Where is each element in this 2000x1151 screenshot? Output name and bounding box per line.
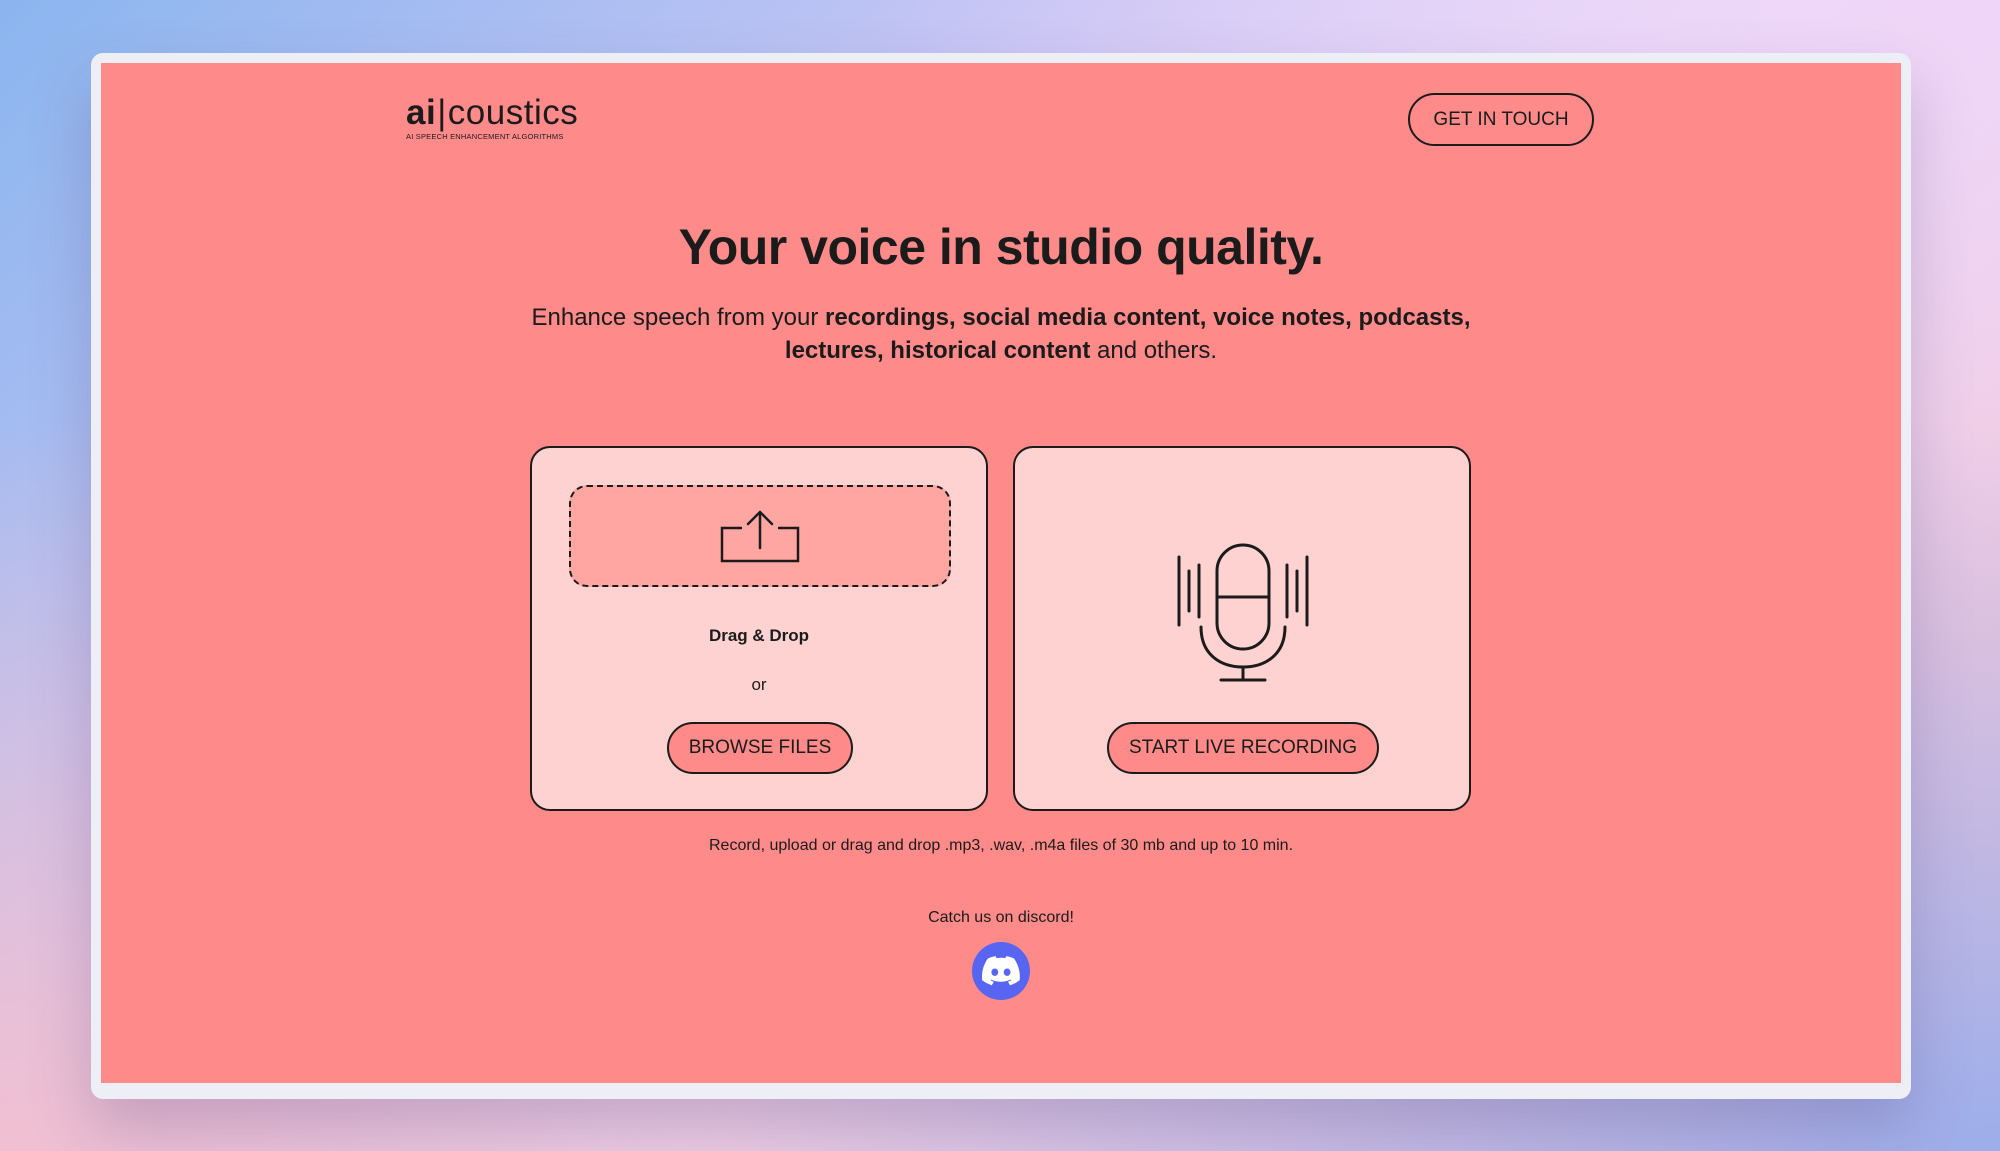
hero-title: Your voice in studio quality. xyxy=(678,219,1324,275)
logo-coustics: coustics xyxy=(447,93,579,132)
subtitle-start: Enhance speech from your xyxy=(531,304,825,331)
get-in-touch-button[interactable]: GET IN TOUCH xyxy=(1408,93,1594,146)
start-live-recording-button[interactable]: START LIVE RECORDING xyxy=(1107,722,1379,774)
logo-divider: | xyxy=(437,93,447,132)
upload-icon xyxy=(720,510,800,563)
discord-link[interactable] xyxy=(972,942,1030,1000)
discord-label: Catch us on discord! xyxy=(928,909,1074,926)
browse-files-button[interactable]: BROWSE FILES xyxy=(667,722,853,774)
upload-card: Drag & Drop or BROWSE FILES xyxy=(530,446,988,811)
microphone-icon xyxy=(1177,543,1309,682)
landing-page: ai|coustics AI SPEECH ENHANCEMENT ALGORI… xyxy=(101,63,1901,1083)
hero-subtitle: Enhance speech from your recordings, soc… xyxy=(501,301,1501,367)
logo-tagline: AI SPEECH ENHANCEMENT ALGORITHMS xyxy=(406,132,564,141)
logo-ai: ai xyxy=(406,93,437,132)
discord-icon xyxy=(982,956,1020,986)
record-card: START LIVE RECORDING xyxy=(1013,446,1471,811)
file-dropzone[interactable] xyxy=(569,485,951,587)
or-label: or xyxy=(751,675,767,694)
logo-wordmark: ai|coustics xyxy=(406,93,578,133)
drag-drop-label: Drag & Drop xyxy=(708,626,810,645)
subtitle-bold-1: recordings, social media content, voice … xyxy=(824,304,1471,331)
file-requirements-note: Record, upload or drag and drop .mp3, .w… xyxy=(708,837,1294,854)
brand-logo[interactable]: ai|coustics AI SPEECH ENHANCEMENT ALGORI… xyxy=(406,93,578,141)
subtitle-bold-2: lectures, historical content xyxy=(784,337,1091,364)
subtitle-end: and others. xyxy=(1090,337,1218,364)
